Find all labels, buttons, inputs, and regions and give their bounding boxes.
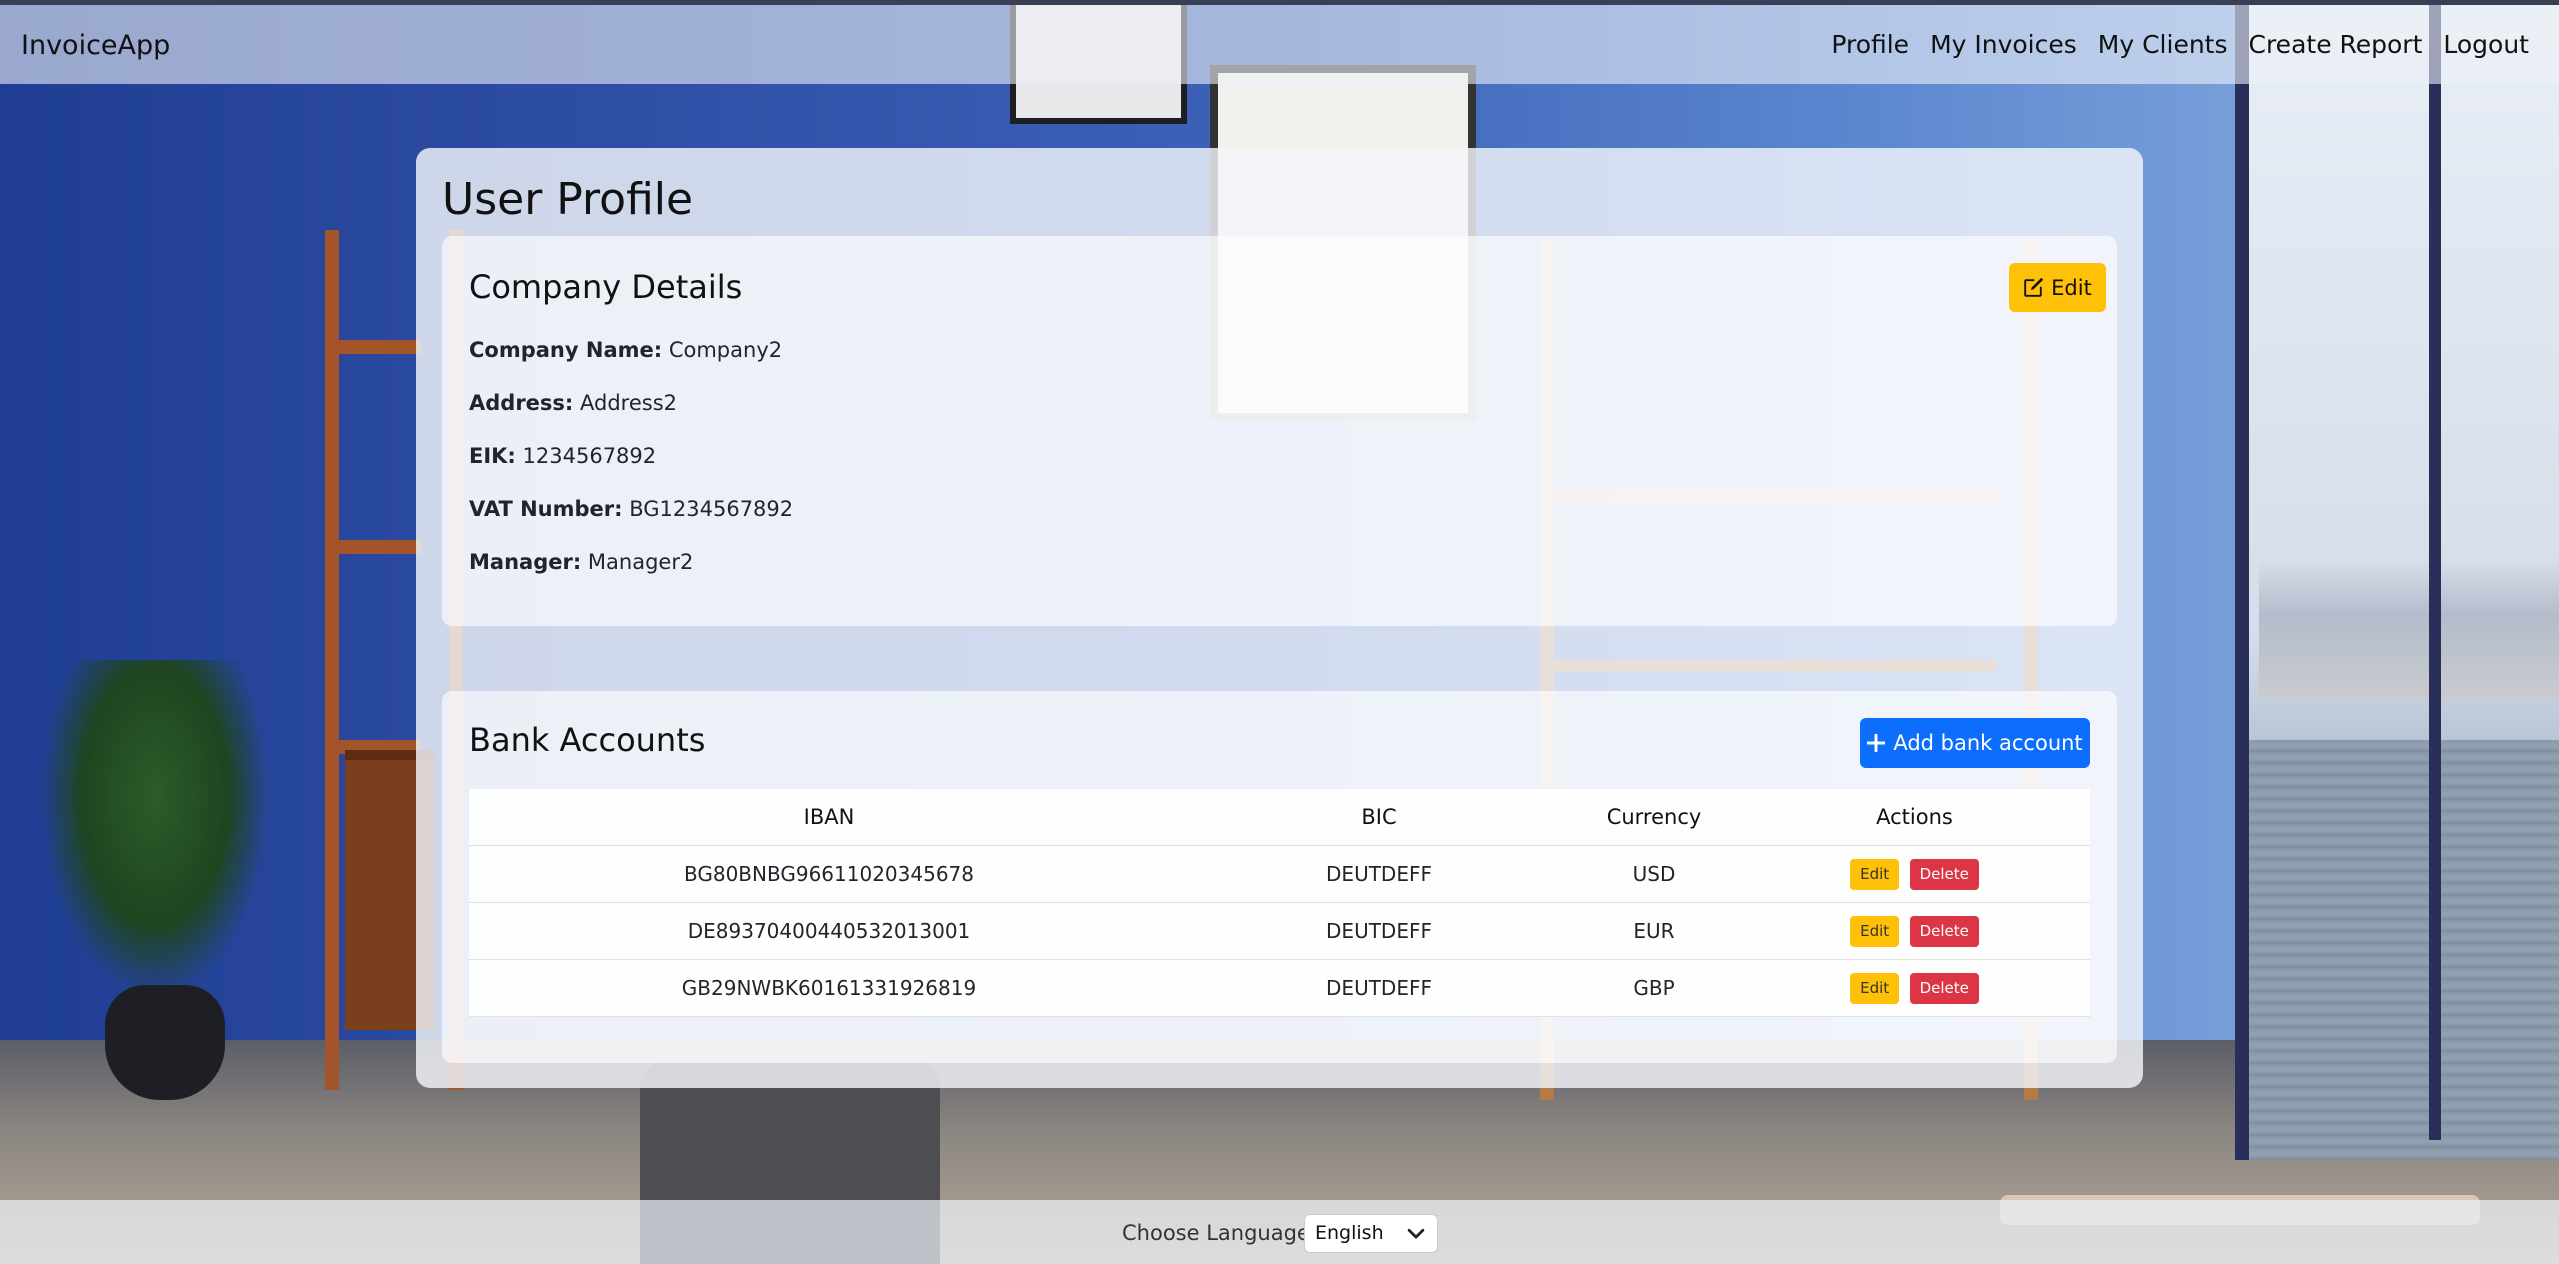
column-header-currency: Currency: [1569, 789, 1739, 846]
language-label: Choose Language:: [1122, 1221, 1317, 1245]
nav-links: Profile My Invoices My Clients Create Re…: [1831, 30, 2529, 59]
bank-accounts-card: Bank Accounts Add bank account IBAN BIC …: [442, 691, 2117, 1063]
cell-iban: BG80BNBG96611020345678: [469, 845, 1189, 903]
detail-value: Company2: [668, 338, 783, 362]
detail-value: 1234567892: [522, 444, 657, 468]
edit-account-button[interactable]: Edit: [1850, 915, 1900, 947]
nav-link-my-clients[interactable]: My Clients: [2098, 30, 2228, 59]
nav-link-create-report[interactable]: Create Report: [2249, 30, 2423, 59]
edit-account-button[interactable]: Edit: [1850, 858, 1900, 890]
add-bank-account-label: Add bank account: [1893, 731, 2083, 755]
table-row: DE89370400440532013001 DEUTDEFF EUR Edit…: [469, 902, 2090, 960]
detail-eik: EIK: 1234567892: [469, 444, 656, 468]
background-window: [2235, 0, 2559, 1160]
nav-link-logout[interactable]: Logout: [2443, 30, 2529, 59]
table-row: GB29NWBK60161331926819 DEUTDEFF GBP Edit…: [469, 959, 2090, 1017]
detail-label: Company Name:: [469, 338, 663, 362]
footer: Choose Language: English: [0, 1200, 2559, 1264]
cell-currency: GBP: [1569, 959, 1739, 1017]
nav-link-profile[interactable]: Profile: [1831, 30, 1909, 59]
profile-panel: User Profile Company Details Edit Compan…: [416, 148, 2143, 1088]
detail-label: VAT Number:: [469, 497, 623, 521]
cell-iban: GB29NWBK60161331926819: [469, 959, 1189, 1017]
cell-actions: Edit Delete: [1739, 959, 2090, 1017]
cell-currency: EUR: [1569, 902, 1739, 960]
add-bank-account-button[interactable]: Add bank account: [1860, 718, 2090, 768]
cell-actions: Edit Delete: [1739, 902, 2090, 960]
detail-company-name: Company Name: Company2: [469, 338, 782, 362]
company-details-title: Company Details: [469, 268, 743, 306]
detail-label: Manager:: [469, 550, 582, 574]
pencil-square-icon: [2024, 277, 2044, 297]
cell-bic: DEUTDEFF: [1189, 845, 1569, 903]
detail-label: EIK:: [469, 444, 516, 468]
edit-account-button[interactable]: Edit: [1850, 972, 1900, 1004]
edit-company-button[interactable]: Edit: [2009, 263, 2106, 312]
detail-address: Address: Address2: [469, 391, 677, 415]
cell-actions: Edit Delete: [1739, 845, 2090, 903]
cell-iban: DE89370400440532013001: [469, 902, 1189, 960]
chevron-down-icon: [1407, 1228, 1425, 1239]
detail-value: BG1234567892: [629, 497, 794, 521]
background-plant-pot: [105, 985, 225, 1100]
cell-bic: DEUTDEFF: [1189, 902, 1569, 960]
nav-link-my-invoices[interactable]: My Invoices: [1930, 30, 2077, 59]
table-row: BG80BNBG96611020345678 DEUTDEFF USD Edit…: [469, 845, 2090, 903]
column-header-actions: Actions: [1739, 789, 2090, 846]
detail-value: Address2: [580, 391, 678, 415]
table-header-row: IBAN BIC Currency Actions: [469, 789, 2090, 846]
language-select[interactable]: English: [1304, 1214, 1438, 1253]
delete-account-button[interactable]: Delete: [1909, 915, 1979, 947]
language-select-value: English: [1315, 1222, 1384, 1244]
background-plant: [40, 660, 270, 1000]
cell-currency: USD: [1569, 845, 1739, 903]
column-header-bic: BIC: [1189, 789, 1569, 846]
cell-bic: DEUTDEFF: [1189, 959, 1569, 1017]
page-title: User Profile: [442, 174, 694, 225]
column-header-iban: IBAN: [469, 789, 1189, 846]
brand-link[interactable]: InvoiceApp: [21, 30, 170, 61]
detail-value: Manager2: [587, 550, 694, 574]
edit-company-label: Edit: [2051, 275, 2092, 300]
detail-vat-number: VAT Number: BG1234567892: [469, 497, 793, 521]
company-details-card: Company Details Edit Company Name: Compa…: [442, 236, 2117, 626]
navbar: InvoiceApp Profile My Invoices My Client…: [0, 5, 2559, 84]
bank-accounts-title: Bank Accounts: [469, 721, 706, 759]
bank-accounts-table: IBAN BIC Currency Actions BG80BNBG966110…: [469, 789, 2090, 1017]
detail-manager: Manager: Manager2: [469, 550, 693, 574]
plus-icon: [1867, 734, 1886, 752]
delete-account-button[interactable]: Delete: [1909, 858, 1979, 890]
detail-label: Address:: [469, 391, 574, 415]
delete-account-button[interactable]: Delete: [1909, 972, 1979, 1004]
